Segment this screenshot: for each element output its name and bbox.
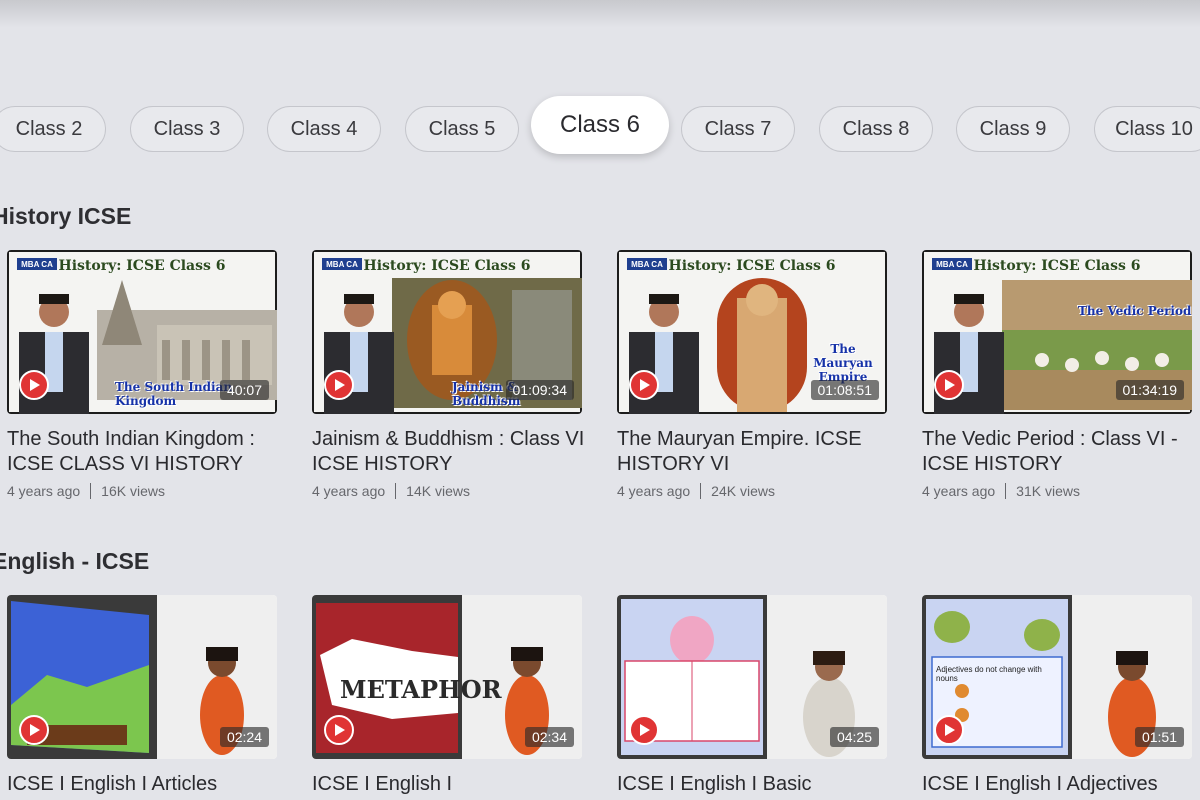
thumbnail-caption: METAPHOR [340, 675, 502, 704]
view-count: 14K views [406, 483, 470, 499]
video-meta: 4 years ago 16K views [7, 483, 277, 499]
video-thumbnail[interactable]: METAPHOR 02:34 [312, 595, 582, 759]
video-title[interactable]: The Mauryan Empire. ICSE HISTORY VI [617, 427, 892, 477]
duration-badge: 01:09:34 [505, 380, 574, 400]
tab-class-4[interactable]: Class 4 [267, 106, 381, 152]
play-icon[interactable] [629, 370, 659, 400]
play-icon[interactable] [19, 370, 49, 400]
video-card[interactable]: 04:25 ICSE I English I Basic [617, 595, 887, 797]
tab-class-5[interactable]: Class 5 [405, 106, 519, 152]
video-thumbnail[interactable]: MBA CA History: ICSE Class 6 Jainism & B… [312, 250, 582, 414]
thumbnail-header: History: ICSE Class 6 [973, 258, 1141, 274]
meta-divider [395, 483, 397, 499]
video-card[interactable]: MBA CA History: ICSE Class 6 Jainism & B… [312, 250, 584, 499]
upload-age: 4 years ago [312, 483, 386, 499]
video-card[interactable]: 02:24 ICSE I English I Articles [7, 595, 277, 797]
video-title[interactable]: ICSE I English I Adjectives [922, 772, 1197, 797]
duration-badge: 01:51 [1134, 727, 1184, 747]
section-title-english: English - ICSE [0, 548, 150, 574]
video-meta: 4 years ago 31K views [922, 483, 1192, 499]
upload-age: 4 years ago [617, 483, 691, 499]
view-count: 16K views [101, 483, 165, 499]
video-title[interactable]: The South Indian Kingdom : ICSE CLASS VI… [7, 427, 282, 477]
view-count: 24K views [711, 483, 775, 499]
meta-divider [90, 483, 92, 499]
tab-class-10[interactable]: Class 10 [1094, 106, 1200, 152]
video-title[interactable]: The Vedic Period : Class VI - ICSE HISTO… [922, 427, 1197, 477]
upload-age: 4 years ago [7, 483, 81, 499]
tab-class-9[interactable]: Class 9 [956, 106, 1070, 152]
section-title-history: History ICSE [0, 203, 132, 229]
play-icon[interactable] [324, 370, 354, 400]
video-title[interactable]: Jainism & Buddhism : Class VI ICSE HISTO… [312, 427, 587, 477]
play-icon[interactable] [934, 715, 964, 745]
video-meta: 4 years ago 14K views [312, 483, 582, 499]
tab-class-2[interactable]: Class 2 [0, 106, 106, 152]
duration-badge: 01:08:51 [810, 380, 879, 400]
video-card[interactable]: MBA CA History: ICSE Class 6 The Vedic P… [922, 250, 1192, 499]
duration-badge: 04:25 [829, 727, 879, 747]
video-card[interactable]: MBA CA History: ICSE Class 6 The South I… [7, 250, 277, 499]
tab-class-8[interactable]: Class 8 [819, 106, 933, 152]
video-thumbnail[interactable]: MBA CA History: ICSE Class 6 The Vedic P… [922, 250, 1192, 414]
view-count: 31K views [1016, 483, 1080, 499]
duration-badge: 02:24 [219, 727, 269, 747]
thumbnail-caption: The Mauryan Empire [813, 342, 873, 384]
class-tabs: Class 2 Class 3 Class 4 Class 5 Class 6 … [0, 0, 1200, 180]
duration-badge: 01:34:19 [1115, 380, 1184, 400]
thumbnail-caption: The Vedic Period [1078, 304, 1192, 318]
video-thumbnail[interactable]: Adjectives do not change with nouns 01:5… [922, 595, 1192, 759]
video-thumbnail[interactable]: 04:25 [617, 595, 887, 759]
video-thumbnail[interactable]: 02:24 [7, 595, 277, 759]
upload-age: 4 years ago [922, 483, 996, 499]
video-title[interactable]: ICSE I English I Basic [617, 772, 892, 797]
video-thumbnail[interactable]: MBA CA History: ICSE Class 6 The South I… [7, 250, 277, 414]
thumbnail-header: History: ICSE Class 6 [668, 258, 836, 274]
play-icon[interactable] [324, 715, 354, 745]
video-meta: 4 years ago 24K views [617, 483, 887, 499]
play-icon[interactable] [19, 715, 49, 745]
meta-divider [1005, 483, 1007, 499]
meta-divider [700, 483, 702, 499]
video-title[interactable]: ICSE I English I [312, 772, 587, 797]
tab-class-6[interactable]: Class 6 [531, 96, 669, 154]
thumbnail-caption: Adjectives do not change with nouns [936, 665, 1042, 683]
play-icon[interactable] [629, 715, 659, 745]
thumbnail-header: History: ICSE Class 6 [58, 258, 226, 274]
thumbnail-header: History: ICSE Class 6 [363, 258, 531, 274]
video-thumbnail[interactable]: MBA CA History: ICSE Class 6 The Mauryan… [617, 250, 887, 414]
video-card[interactable]: METAPHOR 02:34 ICSE I English I [312, 595, 582, 797]
video-card[interactable]: Adjectives do not change with nouns 01:5… [922, 595, 1192, 797]
tab-class-7[interactable]: Class 7 [681, 106, 795, 152]
play-icon[interactable] [934, 370, 964, 400]
duration-badge: 02:34 [524, 727, 574, 747]
video-card[interactable]: MBA CA History: ICSE Class 6 The Mauryan… [617, 250, 887, 499]
tab-class-3[interactable]: Class 3 [130, 106, 244, 152]
duration-badge: 40:07 [219, 380, 269, 400]
video-title[interactable]: ICSE I English I Articles [7, 772, 282, 797]
